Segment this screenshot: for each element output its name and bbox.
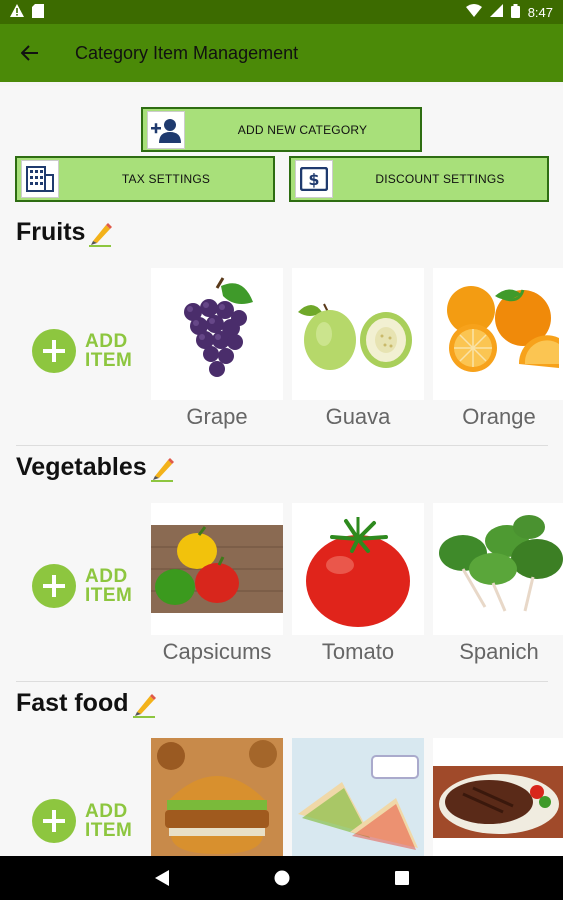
divider bbox=[16, 681, 548, 682]
item-steak[interactable] bbox=[433, 738, 563, 856]
clock: 8:47 bbox=[527, 4, 553, 20]
tax-settings-button[interactable]: TAX SETTINGS bbox=[15, 156, 275, 202]
add-category-label: ADD NEW CATEGORY bbox=[237, 122, 368, 137]
item-spanich[interactable]: Spanich bbox=[433, 503, 563, 665]
svg-text:$: $ bbox=[308, 170, 319, 189]
triangle-back-icon bbox=[154, 870, 169, 886]
edit-pencil-icon[interactable] bbox=[87, 221, 113, 247]
item-guava[interactable]: Guava bbox=[292, 268, 424, 430]
nav-recents-button[interactable] bbox=[342, 856, 462, 900]
navigation-bar bbox=[0, 856, 563, 900]
item-grape[interactable]: Grape bbox=[151, 268, 283, 430]
square-recents-icon bbox=[394, 871, 409, 885]
plus-icon bbox=[32, 564, 76, 608]
app-bar: Category Item Management bbox=[0, 24, 563, 82]
add-item-label: ITEM bbox=[85, 820, 133, 841]
item-name: Spanich bbox=[459, 639, 539, 664]
item-tomato[interactable]: Tomato bbox=[292, 503, 424, 665]
sandwich-image bbox=[292, 738, 424, 856]
building-icon bbox=[21, 160, 59, 198]
arrow-left-icon bbox=[21, 45, 38, 61]
capsicums-image bbox=[151, 503, 283, 635]
nav-home-button[interactable] bbox=[222, 856, 342, 900]
add-person-icon bbox=[147, 110, 185, 149]
wifi-icon bbox=[465, 4, 482, 20]
category-title: Vegetables bbox=[16, 453, 147, 481]
divider bbox=[16, 445, 548, 446]
dollar-bill-icon: $ bbox=[295, 160, 333, 198]
category-list[interactable]: ADD NEW CATEGORY TAX SETTINGS $ DISCOUNT… bbox=[0, 86, 563, 856]
add-item-label: ADD bbox=[85, 331, 128, 352]
plus-icon bbox=[32, 329, 76, 373]
status-bar: 8:47 bbox=[0, 0, 563, 24]
edit-pencil-icon[interactable] bbox=[131, 692, 157, 718]
battery-icon bbox=[510, 3, 520, 21]
discount-settings-label: DISCOUNT SETTINGS bbox=[375, 172, 505, 186]
warning-icon bbox=[10, 4, 24, 20]
item-burger[interactable] bbox=[151, 738, 283, 856]
steak-image bbox=[433, 738, 563, 856]
add-item-label: ITEM bbox=[85, 350, 133, 371]
item-orange[interactable]: Orange bbox=[433, 268, 563, 430]
back-button[interactable] bbox=[0, 24, 60, 82]
add-item-button-fruits[interactable]: ADD ITEM bbox=[32, 329, 132, 373]
item-sandwich[interactable] bbox=[292, 738, 424, 856]
item-capsicums[interactable]: Capsicums bbox=[151, 503, 283, 665]
category-title: Fruits bbox=[16, 218, 86, 246]
burger-image bbox=[151, 738, 283, 856]
item-name: Tomato bbox=[321, 639, 395, 664]
item-name: Guava bbox=[325, 404, 391, 429]
category-header-fast-food: Fast food bbox=[16, 689, 157, 718]
add-item-label: ADD bbox=[85, 801, 128, 822]
category-title: Fast food bbox=[16, 689, 129, 717]
signal-icon bbox=[489, 4, 503, 20]
guava-image bbox=[292, 268, 424, 400]
add-item-label: ITEM bbox=[85, 585, 133, 606]
circle-home-icon bbox=[274, 870, 289, 886]
item-name: Grape bbox=[186, 404, 248, 429]
orange-image bbox=[433, 268, 563, 400]
item-name: Capsicums bbox=[162, 639, 272, 664]
tax-settings-label: TAX SETTINGS bbox=[121, 172, 211, 186]
spanich-image bbox=[433, 503, 563, 635]
add-item-label: ADD bbox=[85, 566, 128, 587]
nav-back-button[interactable] bbox=[102, 856, 222, 900]
category-header-fruits: Fruits bbox=[16, 218, 113, 247]
add-category-button[interactable]: ADD NEW CATEGORY bbox=[141, 107, 422, 152]
grape-image bbox=[151, 268, 283, 400]
page-title: Category Item Management bbox=[75, 42, 299, 63]
edit-pencil-icon[interactable] bbox=[149, 456, 175, 482]
tomato-image bbox=[292, 503, 424, 635]
add-item-button-vegetables[interactable]: ADD ITEM bbox=[32, 564, 132, 608]
add-item-button-fast-food[interactable]: ADD ITEM bbox=[32, 799, 132, 843]
discount-settings-button[interactable]: $ DISCOUNT SETTINGS bbox=[289, 156, 549, 202]
category-header-vegetables: Vegetables bbox=[16, 453, 175, 482]
plus-icon bbox=[32, 799, 76, 843]
sd-card-icon bbox=[32, 3, 44, 21]
item-name: Orange bbox=[462, 404, 536, 429]
